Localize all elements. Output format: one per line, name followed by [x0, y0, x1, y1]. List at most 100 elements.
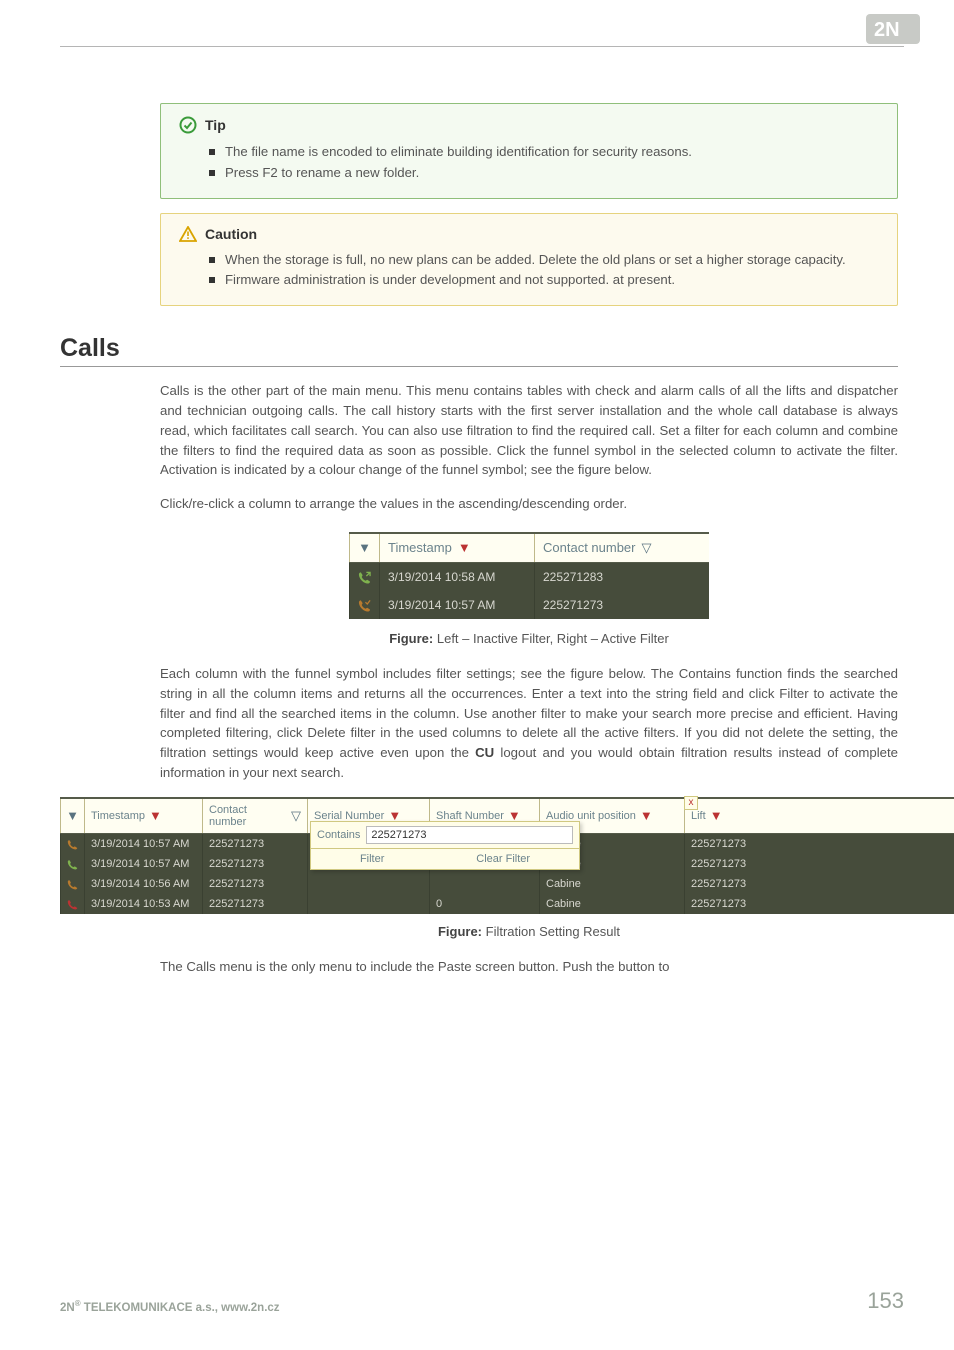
- table-row: 3/19/2014 10:53 AM 225271273 0 Cabine 22…: [60, 894, 954, 914]
- audio-cell: Cabine: [539, 894, 684, 914]
- contact-cell: 225271273: [202, 834, 307, 854]
- funnel-icon: ▼: [149, 808, 162, 823]
- contact-cell: 225271273: [534, 591, 709, 619]
- para2-cu: CU: [475, 745, 494, 760]
- timestamp-cell: 3/19/2014 10:57 AM: [379, 591, 534, 619]
- caution-item: When the storage is full, no new plans c…: [225, 250, 879, 270]
- timestamp-cell: 3/19/2014 10:58 AM: [379, 563, 534, 591]
- footer-brand: 2N: [60, 1302, 75, 1314]
- header-label: Contact number: [209, 804, 287, 828]
- phone-check-icon: [67, 838, 78, 850]
- contact-header-label: Contact number: [543, 540, 636, 555]
- sort-instruction-text: Click/re-click a column to arrange the v…: [160, 496, 624, 511]
- figure-2-caption: Figure: Filtration Setting Result: [160, 924, 898, 939]
- clear-filter-button[interactable]: Clear Filter: [476, 853, 530, 865]
- contact-header: Contact number ▽: [534, 534, 709, 562]
- tip-list: The file name is encoded to eliminate bu…: [179, 142, 879, 183]
- section-divider: [60, 366, 898, 367]
- timestamp-header: Timestamp ▼: [84, 799, 202, 833]
- contact-cell: 225271273: [202, 874, 307, 894]
- figure-1-table: ▼ Timestamp ▼ Contact number ▽ 3/19/2014…: [349, 532, 709, 619]
- filter-popup: Contains Filter Clear Filter: [310, 821, 580, 870]
- brand-logo: 2N: [866, 14, 920, 49]
- caption-bold: Figure:: [438, 924, 482, 939]
- phone-check-icon: [358, 598, 371, 612]
- funnel-icon: ▼: [358, 540, 371, 555]
- caution-list: When the storage is full, no new plans c…: [179, 250, 879, 291]
- paragraph: Each column with the funnel symbol inclu…: [160, 664, 898, 783]
- warning-triangle-icon: [179, 226, 197, 242]
- contains-label: Contains: [317, 829, 360, 841]
- page-footer: 2N® TELEKOMUNIKACE a.s., www.2n.cz 153: [60, 1288, 904, 1314]
- row-icon-cell: [60, 894, 84, 914]
- table-row: 3/19/2014 10:56 AM 225271273 Cabine 2252…: [60, 874, 954, 894]
- filter-contains-row: Contains: [311, 822, 579, 848]
- svg-text:2N: 2N: [874, 19, 900, 41]
- figure-1-caption: Figure: Left – Inactive Filter, Right – …: [160, 631, 898, 646]
- caution-callout: Caution When the storage is full, no new…: [160, 213, 898, 307]
- timestamp-cell: 3/19/2014 10:57 AM: [84, 834, 202, 854]
- table-row: 3/19/2014 10:57 AM 225271273: [349, 591, 709, 619]
- tip-item: Press F2 to rename a new folder.: [225, 163, 879, 183]
- contact-cell: 225271273: [202, 854, 307, 874]
- tip-header: Tip: [179, 116, 879, 134]
- funnel-icon: ▼: [640, 808, 653, 823]
- serial-cell: [307, 894, 429, 914]
- tip-label: Tip: [205, 117, 226, 133]
- contact-header: Contact number ▽: [202, 799, 307, 833]
- tip-item: The file name is encoded to eliminate bu…: [225, 142, 879, 162]
- phone-alert-icon: [67, 898, 78, 910]
- shaft-cell: [429, 874, 539, 894]
- shaft-cell: 0: [429, 894, 539, 914]
- footer-left: 2N® TELEKOMUNIKACE a.s., www.2n.cz: [60, 1299, 280, 1314]
- contact-cell: 225271273: [202, 894, 307, 914]
- caution-label: Caution: [205, 226, 257, 242]
- section-title: Calls: [60, 334, 898, 363]
- page: 2N Tip The file name is encoded to elimi…: [0, 0, 954, 1350]
- footer-company: TELEKOMUNIKACE a.s., www.2n.cz: [81, 1302, 280, 1314]
- caution-item: Firmware administration is under develop…: [225, 270, 879, 290]
- row-icon-cell: [60, 834, 84, 854]
- paragraph: The Calls menu is the only menu to inclu…: [160, 957, 898, 977]
- timestamp-cell: 3/19/2014 10:53 AM: [84, 894, 202, 914]
- phone-check-icon: [67, 878, 78, 890]
- timestamp-header-label: Timestamp: [388, 540, 452, 555]
- phone-outgoing-icon: [67, 858, 78, 870]
- caption-bold: Figure:: [389, 631, 433, 646]
- figure-2-table: ▼ Timestamp ▼ Contact number ▽ Serial Nu…: [60, 797, 954, 914]
- content-area: Tip The file name is encoded to eliminat…: [160, 103, 898, 977]
- paragraph-center: Click/re-click a column to arrange the v…: [160, 494, 898, 514]
- timestamp-header: Timestamp ▼: [379, 534, 534, 562]
- table-header-row: ▼ Timestamp ▼ Contact number ▽: [349, 532, 709, 563]
- serial-cell: [307, 874, 429, 894]
- filter-header-cell: ▼: [349, 534, 379, 562]
- header-label: Lift: [691, 810, 706, 822]
- lift-cell: 225271273: [684, 874, 954, 894]
- filter-button[interactable]: Filter: [360, 853, 384, 865]
- paragraph: Calls is the other part of the main menu…: [160, 381, 898, 480]
- check-circle-icon: [179, 116, 197, 134]
- funnel-icon: ▼: [710, 808, 723, 823]
- timestamp-cell: 3/19/2014 10:56 AM: [84, 874, 202, 894]
- filter-header-cell: ▼: [60, 799, 84, 833]
- clear-filter-x-badge[interactable]: x: [684, 796, 698, 810]
- phone-outgoing-icon: [358, 570, 371, 584]
- row-icon-cell: [349, 563, 379, 591]
- tip-callout: Tip The file name is encoded to eliminat…: [160, 103, 898, 199]
- row-icon-cell: [60, 854, 84, 874]
- lift-cell: 225271273: [684, 834, 954, 854]
- funnel-icon: ▼: [66, 808, 79, 823]
- timestamp-cell: 3/19/2014 10:57 AM: [84, 854, 202, 874]
- table-row: 3/19/2014 10:58 AM 225271283: [349, 563, 709, 591]
- row-icon-cell: [349, 591, 379, 619]
- caution-header: Caution: [179, 226, 879, 242]
- filter-input[interactable]: [366, 826, 573, 844]
- caption-text: Left – Inactive Filter, Right – Active F…: [433, 631, 669, 646]
- caption-text: Filtration Setting Result: [482, 924, 620, 939]
- header-label: Timestamp: [91, 810, 145, 822]
- sort-instruction-suffix: .: [624, 496, 628, 511]
- lift-cell: 225271273: [684, 854, 954, 874]
- contact-cell: 225271283: [534, 563, 709, 591]
- header-divider: [60, 46, 904, 47]
- funnel-outline-icon: ▽: [642, 540, 652, 556]
